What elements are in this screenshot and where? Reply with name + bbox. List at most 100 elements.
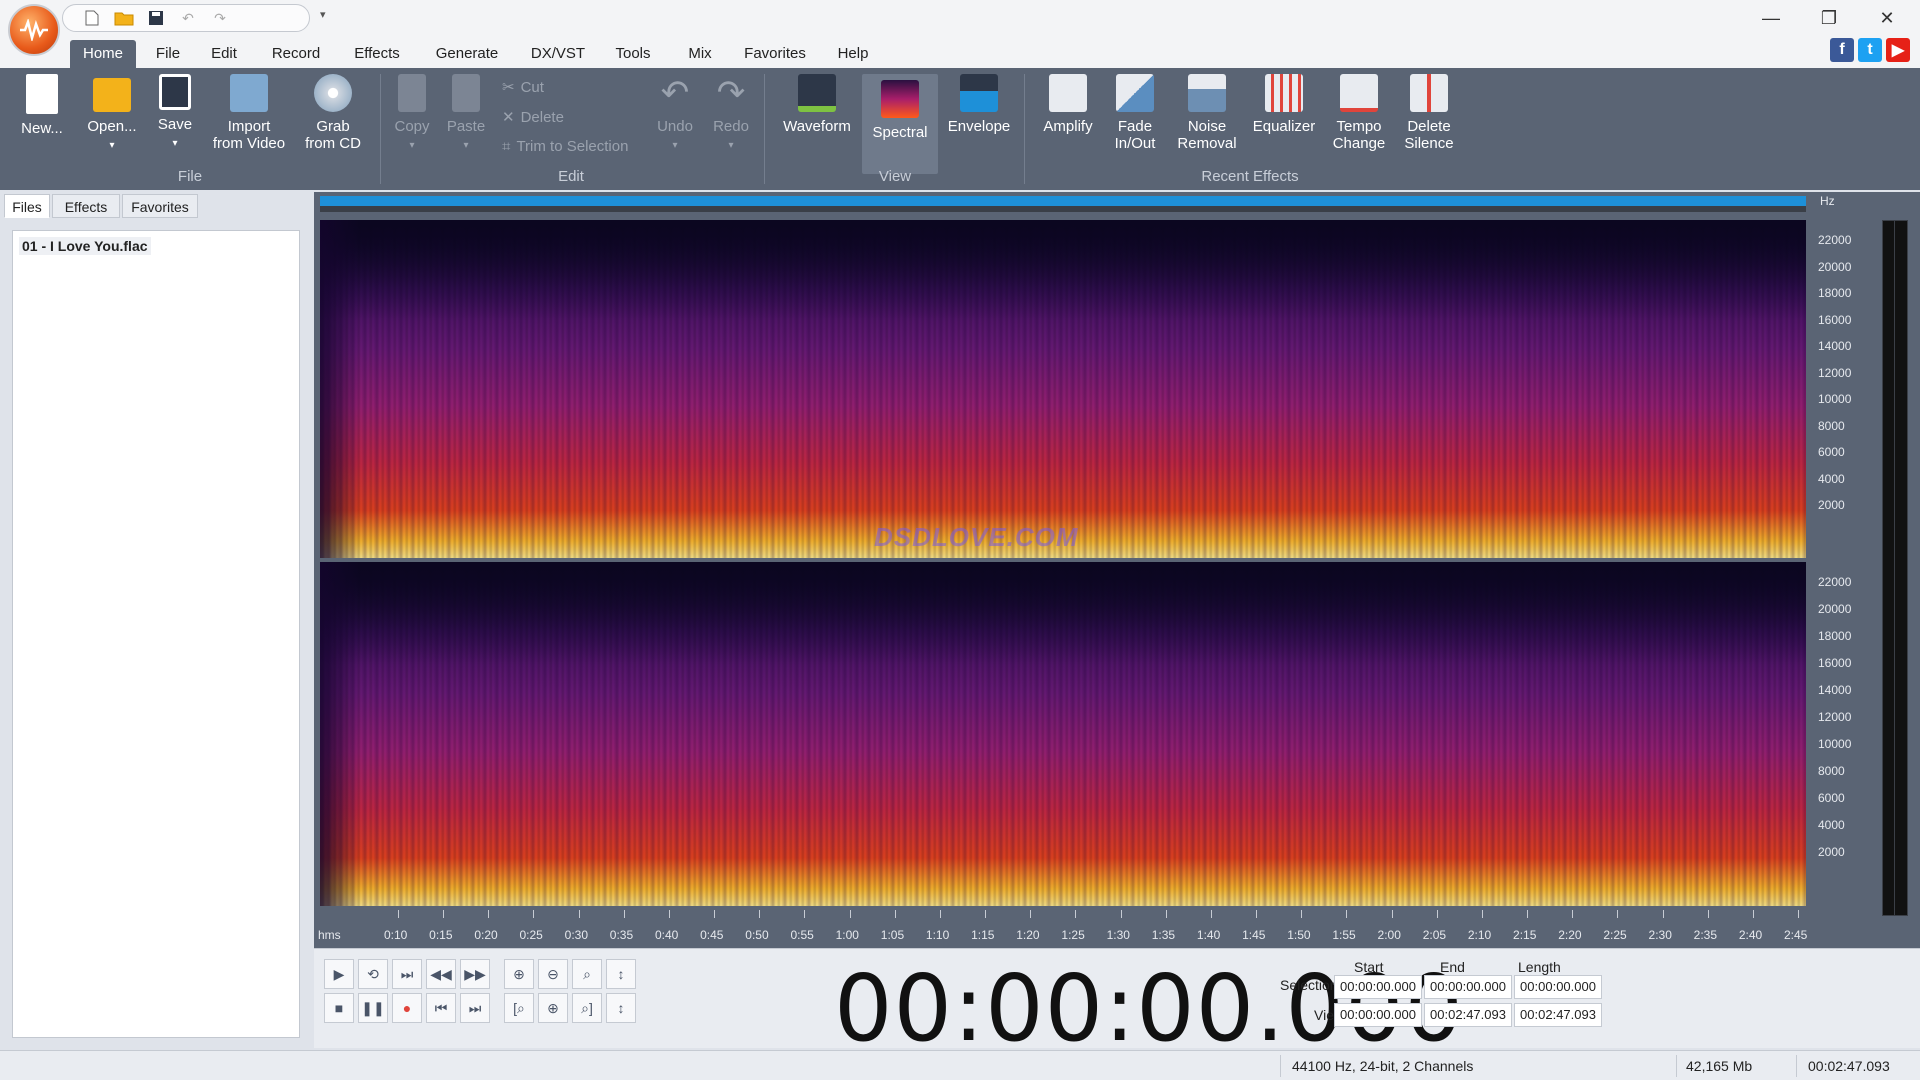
list-item[interactable]: 01 - I Love You.flac [19, 237, 151, 255]
import-from-video-button[interactable]: Import from Video [206, 74, 292, 174]
view-end-field[interactable]: 00:02:47.093 [1424, 1003, 1512, 1027]
rewind-button[interactable]: ◀◀ [426, 959, 456, 989]
facebook-icon[interactable]: f [1830, 38, 1854, 62]
customize-icon[interactable]: ▾ [320, 8, 326, 21]
amplify-button[interactable]: Amplify [1036, 74, 1100, 174]
fast-forward-button[interactable]: ▶▶ [460, 959, 490, 989]
time-tick-mark [1030, 910, 1032, 918]
time-tick-mark [804, 910, 806, 918]
loop-button[interactable]: ⟲ [358, 959, 388, 989]
import-label-line1: Import [227, 118, 271, 135]
frequency-tick-label: 6000 [1818, 445, 1845, 459]
undo-button[interactable]: ↶ Undo ▾ [650, 74, 700, 174]
selection-start-field[interactable]: 00:00:00.000 [1334, 975, 1422, 999]
app-menu-orb[interactable] [8, 4, 60, 56]
save-icon[interactable] [145, 7, 167, 29]
zoom-selection-button[interactable]: ⊕ [538, 993, 568, 1023]
spectral-view-button[interactable]: Spectral [862, 74, 938, 174]
tab-record[interactable]: Record [266, 40, 326, 68]
grab-from-cd-button[interactable]: Grab from CD [298, 74, 368, 174]
tab-dxvst[interactable]: DX/VST [526, 40, 590, 68]
envelope-icon [960, 74, 998, 112]
time-tick-label: 0:50 [745, 928, 769, 942]
ribbon-separator [1024, 74, 1025, 184]
folder-icon[interactable] [113, 7, 135, 29]
undo-icon[interactable]: ↶ [177, 7, 199, 29]
restore-button[interactable]: ❐ [1806, 4, 1852, 32]
open-button[interactable]: Open... ▾ [80, 74, 144, 174]
spectral-editor[interactable]: DSDLOVE.COM Hz 22000 20000 18000 16000 14000… [314, 192, 1920, 948]
go-to-end-button[interactable]: ⏭ [460, 993, 490, 1023]
cut-button[interactable]: ✂ Cut [502, 78, 544, 97]
new-icon[interactable] [81, 7, 103, 29]
view-length-field[interactable]: 00:02:47.093 [1514, 1003, 1602, 1027]
tab-tools[interactable]: Tools [610, 40, 656, 68]
tab-edit[interactable]: Edit [204, 40, 244, 68]
tab-effects[interactable]: Effects [346, 40, 408, 68]
time-tick-mark [714, 910, 716, 918]
play-button[interactable]: ▶ [324, 959, 354, 989]
copy-button[interactable]: Copy ▾ [388, 74, 436, 174]
tab-favorites[interactable]: Favorites [740, 40, 810, 68]
view-start-field[interactable]: 00:00:00.000 [1334, 1003, 1422, 1027]
time-tick-mark [939, 910, 941, 918]
panel-tab-files[interactable]: Files [4, 194, 50, 218]
time-tick-label: 1:35 [1151, 928, 1176, 942]
close-button[interactable]: ✕ [1864, 4, 1910, 32]
delete-silence-button[interactable]: Delete Silence [1396, 74, 1462, 174]
envelope-view-button[interactable]: Envelope [942, 74, 1016, 174]
zoom-full-button[interactable]: ⌕ [572, 959, 602, 989]
tab-mix[interactable]: Mix [676, 40, 724, 68]
watermark: DSDLOVE.COM [874, 522, 1079, 552]
time-tick-mark [1436, 910, 1438, 918]
zoom-to-end-button[interactable]: ⌕] [572, 993, 602, 1023]
zoom-to-start-button[interactable]: [⌕ [504, 993, 534, 1023]
play-to-end-button[interactable]: ⏭ [392, 959, 422, 989]
tab-home[interactable]: Home [70, 40, 136, 68]
overview-bar[interactable] [320, 196, 1806, 206]
spectrogram-intro [320, 220, 360, 558]
delete-button[interactable]: ✕ Delete [502, 108, 564, 127]
fade-in-out-button[interactable]: Fade In/Out [1106, 74, 1164, 174]
record-button[interactable]: ● [392, 993, 422, 1023]
twitter-icon[interactable]: t [1858, 38, 1882, 62]
tab-generate[interactable]: Generate [428, 40, 506, 68]
waveform-view-button[interactable]: Waveform [774, 74, 860, 174]
go-to-start-button[interactable]: ⏮ [426, 993, 456, 1023]
length-header: Length [1518, 959, 1561, 975]
panel-tab-favorites[interactable]: Favorites [122, 194, 198, 218]
new-label: New... [21, 120, 63, 137]
selection-end-field[interactable]: 00:00:00.000 [1424, 975, 1512, 999]
selection-length-field[interactable]: 00:00:00.000 [1514, 975, 1602, 999]
zoom-out-button[interactable]: ⊖ [538, 959, 568, 989]
trim-to-selection-button[interactable]: ⌗ Trim to Selection [502, 138, 628, 155]
zoom-vertical-button[interactable]: ↕ [606, 959, 636, 989]
minimize-button[interactable]: — [1748, 4, 1794, 32]
equalizer-button[interactable]: Equalizer [1248, 74, 1320, 174]
youtube-icon[interactable]: ▶ [1886, 38, 1910, 62]
redo-icon[interactable]: ↷ [209, 7, 231, 29]
fade-label-line2: In/Out [1114, 135, 1156, 152]
pause-button[interactable]: ❚❚ [358, 993, 388, 1023]
zoom-vertical-out-button[interactable]: ↕ [606, 993, 636, 1023]
noise-removal-button[interactable]: Noise Removal [1172, 74, 1242, 174]
new-button[interactable]: New... [12, 74, 72, 174]
channel-left-spectrogram[interactable] [320, 220, 1806, 558]
zoom-start-icon: [⌕ [513, 999, 525, 1016]
time-tick-mark [488, 910, 490, 918]
channel-right-spectrogram[interactable] [320, 562, 1806, 906]
time-tick-label: 2:15 [1513, 928, 1537, 942]
time-ruler[interactable]: hms 0:10 0:15 0:20 0:25 0:30 0:35 0:40 0:45 0:50… [314, 910, 1807, 948]
time-tick-label: 1:40 [1196, 928, 1221, 942]
tab-file[interactable]: File [150, 40, 186, 68]
zoom-in-button[interactable]: ⊕ [504, 959, 534, 989]
paste-button[interactable]: Paste ▾ [442, 74, 490, 174]
save-button[interactable]: Save ▾ [150, 74, 200, 174]
redo-button[interactable]: ↷ Redo ▾ [706, 74, 756, 174]
time-tick-label: 0:15 [429, 928, 453, 942]
tempo-change-button[interactable]: Tempo Change [1326, 74, 1392, 174]
time-tick-mark [849, 910, 851, 918]
tab-help[interactable]: Help [830, 40, 876, 68]
panel-tab-effects[interactable]: Effects [52, 194, 120, 218]
stop-button[interactable]: ■ [324, 993, 354, 1023]
